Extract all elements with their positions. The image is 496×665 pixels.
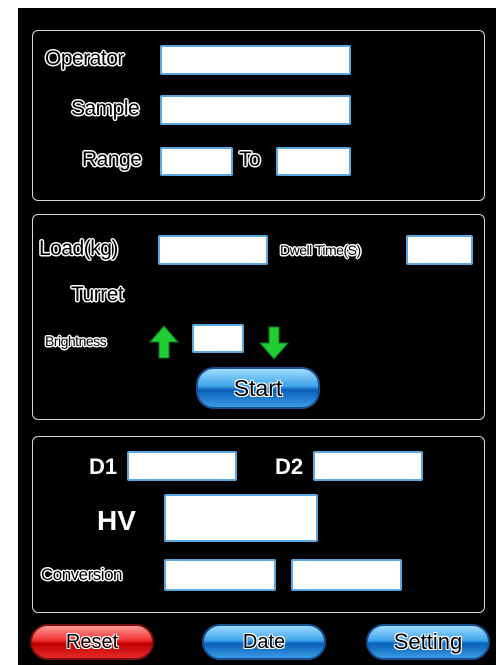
conversion-label: Conversion xyxy=(41,565,123,584)
range-label: Range xyxy=(82,148,142,171)
hv-label: HV xyxy=(97,505,136,536)
reset-button[interactable]: Reset xyxy=(30,624,154,660)
date-button-label: Date xyxy=(242,631,286,653)
range-to-label: To xyxy=(239,148,261,171)
operator-panel: Operator Sample Range To xyxy=(32,30,485,201)
conversion-field-2[interactable] xyxy=(291,559,402,591)
d1-label: D1 xyxy=(89,454,118,479)
arrow-up-icon[interactable] xyxy=(149,325,179,359)
result-panel: D1 D2 HV Conversion xyxy=(32,436,485,613)
range-from-field[interactable] xyxy=(160,147,233,176)
brightness-field[interactable] xyxy=(192,324,244,353)
setting-button-label: Setting xyxy=(393,629,463,654)
turret-label: Turret xyxy=(71,283,124,306)
setting-button[interactable]: Setting xyxy=(366,624,490,660)
sample-field[interactable] xyxy=(160,95,351,125)
start-button[interactable]: Start xyxy=(196,367,320,409)
conversion-field-1[interactable] xyxy=(164,559,276,591)
load-field[interactable] xyxy=(158,235,268,265)
load-label: Load(kg) xyxy=(39,237,118,260)
date-button[interactable]: Date xyxy=(202,624,326,660)
operator-field[interactable] xyxy=(160,45,351,75)
dwell-time-label: Dwell Time(S) xyxy=(280,242,361,258)
d1-field[interactable] xyxy=(127,451,237,481)
hardness-tester-screen: Operator Sample Range To Load(kg) Dwell … xyxy=(18,8,496,665)
d2-field[interactable] xyxy=(313,451,423,481)
arrow-down-icon[interactable] xyxy=(259,326,289,360)
brightness-label: Brightness xyxy=(45,333,107,349)
reset-button-label: Reset xyxy=(65,631,119,653)
d2-label: D2 xyxy=(275,454,304,479)
range-to-field[interactable] xyxy=(276,147,351,176)
operator-label: Operator xyxy=(45,47,124,70)
sample-label: Sample xyxy=(71,97,140,120)
hv-field[interactable] xyxy=(164,494,318,542)
dwell-time-field[interactable] xyxy=(406,235,473,265)
start-button-label: Start xyxy=(233,375,283,401)
test-parameters-panel: Load(kg) Dwell Time(S) Turret Brightness… xyxy=(32,214,485,420)
